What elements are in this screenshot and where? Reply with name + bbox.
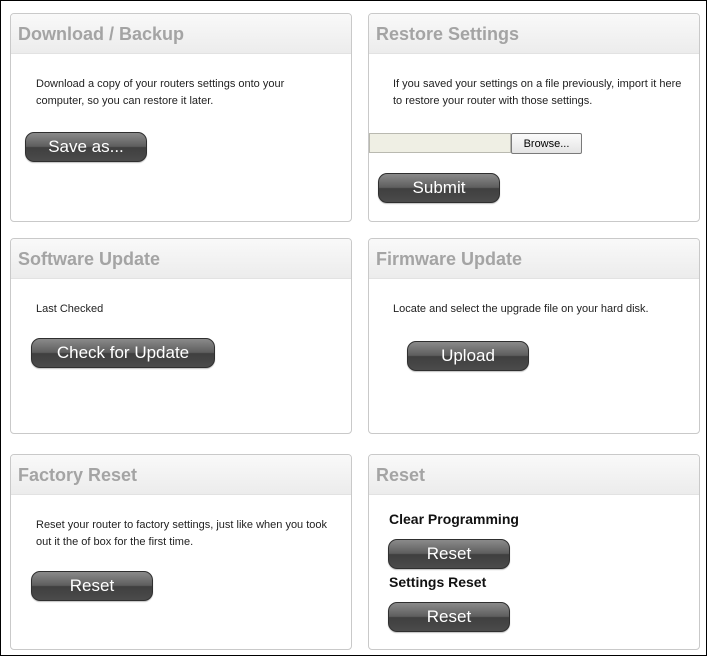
factory-reset-title: Factory Reset: [11, 455, 351, 495]
download-backup-description: Download a copy of your routers settings…: [36, 78, 285, 107]
restore-settings-description: If you saved your settings on a file pre…: [393, 78, 682, 107]
page-frame: Download / Backup Download a copy of you…: [0, 0, 707, 656]
factory-reset-button[interactable]: Reset: [31, 571, 153, 601]
settings-reset-button[interactable]: Reset: [388, 602, 510, 632]
last-checked-label: Last Checked: [36, 303, 104, 315]
download-backup-panel: Download / Backup Download a copy of you…: [10, 13, 352, 222]
restore-file-input[interactable]: [369, 133, 511, 153]
settings-reset-label: Settings Reset: [389, 574, 487, 590]
software-update-title: Software Update: [11, 239, 351, 279]
restore-settings-title: Restore Settings: [369, 14, 699, 54]
check-for-update-button[interactable]: Check for Update: [31, 338, 215, 368]
reset-panel: Reset Clear Programming Reset Settings R…: [368, 454, 700, 650]
software-update-panel: Software Update Last Checked Check for U…: [10, 238, 352, 434]
firmware-update-description: Locate and select the upgrade file on yo…: [393, 303, 649, 315]
restore-settings-panel: Restore Settings If you saved your setti…: [368, 13, 700, 222]
download-backup-title: Download / Backup: [11, 14, 351, 54]
save-as-button[interactable]: Save as...: [25, 132, 147, 162]
clear-programming-label: Clear Programming: [389, 511, 519, 527]
reset-title: Reset: [369, 455, 699, 495]
submit-button[interactable]: Submit: [378, 173, 500, 203]
upload-button[interactable]: Upload: [407, 341, 529, 371]
firmware-update-panel: Firmware Update Locate and select the up…: [368, 238, 700, 434]
clear-programming-reset-button[interactable]: Reset: [388, 539, 510, 569]
factory-reset-panel: Factory Reset Reset your router to facto…: [10, 454, 352, 650]
browse-button[interactable]: Browse...: [511, 133, 582, 154]
firmware-update-title: Firmware Update: [369, 239, 699, 279]
factory-reset-description: Reset your router to factory settings, j…: [36, 519, 328, 548]
